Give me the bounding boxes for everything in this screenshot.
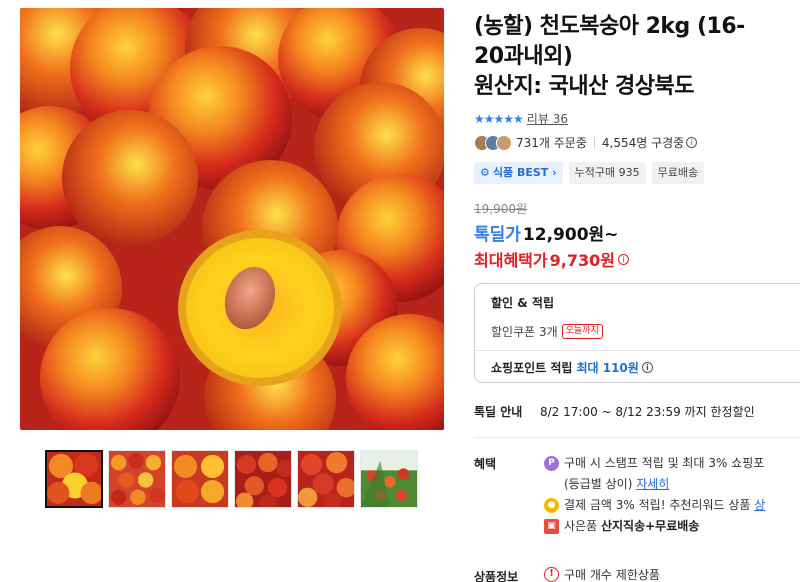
product-title: (농할) 천도복숭아 2kg (16- 20과내외) 원산지: 국내산 경상북도 bbox=[474, 12, 800, 102]
max-benefit-label: 최대혜택가 bbox=[474, 251, 548, 270]
deal-info-label: 톡딜 안내 bbox=[474, 405, 523, 419]
sale-price: 12,900원~ bbox=[522, 225, 619, 245]
sale-price-row: 톡딜가 12,900원~ bbox=[474, 220, 618, 245]
info-icon[interactable]: i bbox=[686, 137, 698, 148]
thumbnail-6[interactable] bbox=[360, 450, 418, 508]
benefit-gift: ▣ 사은품 산지직송+무료배송 bbox=[544, 517, 765, 535]
rating-row: ★★★★★ 리뷰 36 bbox=[474, 110, 568, 127]
cumulative-purchase-badge: 누적구매 935 bbox=[568, 162, 646, 184]
details-link[interactable]: 자세히 bbox=[636, 475, 669, 493]
viewers-count: 4,554명 구경중 bbox=[601, 136, 685, 150]
warning-icon: ! bbox=[544, 567, 559, 582]
benefit-reward: ● 결제 금액 3% 적립! 추천리워드 상품 상 bbox=[544, 496, 765, 514]
purchase-limit-text: 구매 개수 제한상품 bbox=[564, 568, 660, 582]
today-only-tag: 오늘까지 bbox=[561, 324, 603, 339]
benefit-stamp-text: 구매 시 스탬프 적립 및 최대 3% 쇼핑포 bbox=[564, 456, 765, 470]
orders-count: 731개 주문중 bbox=[516, 136, 587, 150]
thumbnail-4[interactable] bbox=[234, 450, 292, 508]
gift-detail: 산지직송+무료배송 bbox=[600, 519, 700, 533]
food-best-badge[interactable]: ⚙ 식품 BEST › bbox=[474, 162, 563, 184]
benefit-stamp-sub: (등급별 상이) 자세히 bbox=[544, 475, 765, 493]
benefit-reward-text: 결제 금액 3% 적립! 추천리워드 상품 bbox=[564, 498, 751, 512]
discount-box: 할인 & 적립 할인쿠폰 3개 오늘까지 쇼핑포인트 적립 최대 110원 i bbox=[474, 283, 800, 383]
reward-product-link[interactable]: 상 bbox=[754, 496, 765, 514]
nectarines-illustration bbox=[20, 8, 444, 430]
gift-icon: ▣ bbox=[544, 519, 559, 534]
thumbnail-1[interactable] bbox=[45, 450, 103, 508]
title-line-3: 원산지: 국내산 경상북도 bbox=[474, 74, 695, 99]
shopping-points-label: 쇼핑포인트 적립 bbox=[491, 361, 573, 375]
thumbnail-3[interactable] bbox=[171, 450, 229, 508]
product-info-label: 상품정보 bbox=[474, 570, 519, 582]
title-line-1: (농할) 천도복숭아 2kg (16- bbox=[474, 14, 745, 39]
thumbnail-strip bbox=[45, 450, 418, 508]
deal-period-text: 8/2 17:00 ~ 8/12 23:59 까지 한정할인 bbox=[540, 405, 755, 419]
deal-info-row: 톡딜 안내 8/2 17:00 ~ 8/12 23:59 까지 한정할인 bbox=[474, 403, 755, 420]
discount-box-title: 할인 & 적립 bbox=[491, 296, 554, 310]
coupon-row[interactable]: 할인쿠폰 3개 오늘까지 bbox=[491, 323, 797, 340]
divider bbox=[475, 350, 800, 351]
title-line-2: 20과내외) bbox=[474, 44, 573, 69]
star-icon: ★★★★★ bbox=[474, 111, 524, 126]
thumbnail-2[interactable] bbox=[108, 450, 166, 508]
sale-price-label: 톡딜가 bbox=[474, 225, 521, 245]
coupon-count: 할인쿠폰 3개 bbox=[491, 325, 558, 339]
main-product-image bbox=[20, 8, 444, 430]
stats-row: 731개 주문중 4,554명 구경중 i bbox=[474, 134, 698, 151]
thumbnail-5[interactable] bbox=[297, 450, 355, 508]
avatar bbox=[496, 134, 512, 151]
divider bbox=[474, 437, 800, 438]
original-price: 19,900원 bbox=[474, 202, 528, 216]
benefit-stamp: P 구매 시 스탬프 적립 및 최대 3% 쇼핑포 bbox=[544, 454, 765, 472]
shopping-points-row: 쇼핑포인트 적립 최대 110원 i bbox=[491, 359, 797, 376]
purchase-limit-row: ! 구매 개수 제한상품 bbox=[544, 566, 660, 582]
free-shipping-badge: 무료배송 bbox=[651, 162, 705, 184]
buyer-avatars bbox=[474, 134, 512, 151]
info-icon[interactable]: i bbox=[617, 253, 629, 265]
benefits-label: 혜택 bbox=[474, 457, 497, 471]
divider bbox=[593, 137, 595, 148]
point-icon: P bbox=[544, 456, 559, 471]
badge-row: ⚙ 식품 BEST › 누적구매 935 무료배송 bbox=[474, 162, 705, 184]
benefits-list: P 구매 시 스탬프 적립 및 최대 3% 쇼핑포 (등급별 상이) 자세히 ●… bbox=[544, 454, 765, 538]
gift-prefix: 사은품 bbox=[564, 519, 598, 533]
info-icon[interactable]: i bbox=[641, 362, 653, 373]
shopping-points-max: 최대 110원 bbox=[576, 361, 639, 375]
gear-icon: ⚙ bbox=[480, 166, 490, 179]
food-best-label: 식품 BEST bbox=[492, 166, 549, 179]
max-benefit-price-row: 최대혜택가 9,730원 i bbox=[474, 247, 629, 271]
coin-icon: ● bbox=[544, 498, 559, 513]
product-info-panel: (농할) 천도복숭아 2kg (16- 20과내외) 원산지: 국내산 경상북도… bbox=[474, 0, 800, 582]
max-benefit-price: 9,730원 bbox=[549, 251, 615, 270]
review-count-link[interactable]: 리뷰 36 bbox=[527, 110, 568, 127]
benefit-grade-note: (등급별 상이) bbox=[564, 477, 633, 491]
